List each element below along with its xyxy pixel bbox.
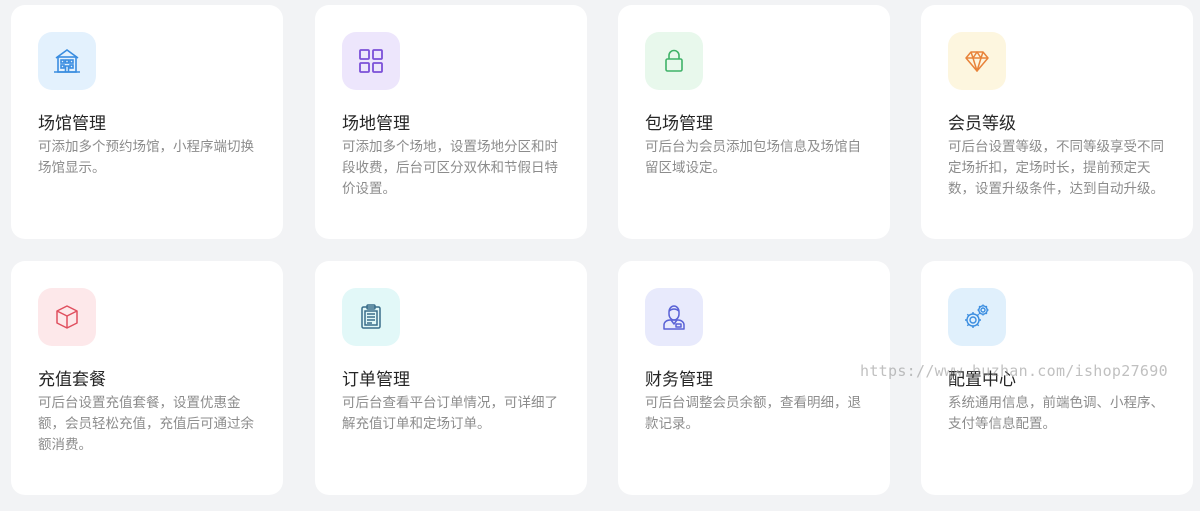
card-description: 可后台调整会员余额，查看明细，退款记录。	[645, 395, 861, 432]
box-icon	[38, 288, 96, 346]
card-description: 可添加多个场地，设置场地分区和时段收费，后台可区分双休和节假日特价设置。	[342, 139, 558, 197]
card-description: 可后台为会员添加包场信息及场馆自留区域设定。	[645, 139, 861, 176]
feature-card-field[interactable]: 场地管理 可添加多个场地，设置场地分区和时段收费，后台可区分双休和节假日特价设置…	[315, 5, 587, 239]
card-title: 场馆管理	[38, 114, 106, 134]
feature-card-finance[interactable]: 财务管理 可后台调整会员余额，查看明细，退款记录。	[618, 261, 890, 495]
card-description: 可后台查看平台订单情况，可详细了解充值订单和定场订单。	[342, 395, 558, 432]
card-title: 包场管理	[645, 114, 713, 134]
feature-card-booking[interactable]: 包场管理 可后台为会员添加包场信息及场馆自留区域设定。	[618, 5, 890, 239]
card-description: 可后台设置等级，不同等级享受不同定场折扣，定场时长，提前预定天数，设置升级条件，…	[948, 139, 1164, 197]
card-title: 场地管理	[342, 114, 410, 134]
card-title: 财务管理	[645, 370, 713, 390]
feature-card-orders[interactable]: 订单管理 可后台查看平台订单情况，可详细了解充值订单和定场订单。	[315, 261, 587, 495]
grid-icon	[342, 32, 400, 90]
card-title: 充值套餐	[38, 370, 106, 390]
card-title: 会员等级	[948, 114, 1016, 134]
card-title: 订单管理	[342, 370, 410, 390]
lock-icon	[645, 32, 703, 90]
card-description: 可后台设置充值套餐，设置优惠金额，会员轻松充值，充值后可通过余额消费。	[38, 395, 254, 453]
building-icon	[38, 32, 96, 90]
user-icon	[645, 288, 703, 346]
card-description: 可添加多个预约场馆，小程序端切换场馆显示。	[38, 139, 254, 176]
feature-card-venue[interactable]: 场馆管理 可添加多个预约场馆，小程序端切换场馆显示。	[11, 5, 283, 239]
gears-icon	[948, 288, 1006, 346]
card-description: 系统通用信息，前端色调、小程序、支付等信息配置。	[948, 395, 1164, 432]
feature-card-recharge[interactable]: 充值套餐 可后台设置充值套餐，设置优惠金额，会员轻松充值，充值后可通过余额消费。	[11, 261, 283, 495]
feature-card-membership[interactable]: 会员等级 可后台设置等级，不同等级享受不同定场折扣，定场时长，提前预定天数，设置…	[921, 5, 1193, 239]
watermark-url: https://www.huzhan.com/ishop27690	[860, 362, 1168, 380]
clipboard-icon	[342, 288, 400, 346]
diamond-icon	[948, 32, 1006, 90]
